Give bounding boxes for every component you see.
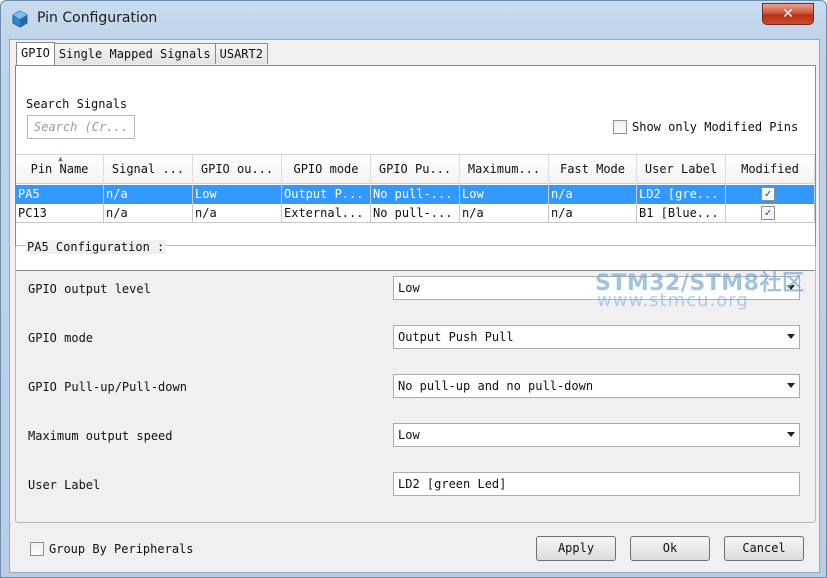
cell-signal: n/a — [104, 185, 193, 204]
cell-gpio-mode: External... — [282, 204, 371, 223]
gpio-pull-select[interactable]: No pull-up and no pull-down — [393, 374, 800, 398]
gpio-mode-label: GPIO mode — [28, 331, 94, 345]
cell-fast-mode: n/a — [549, 204, 637, 223]
maximum-output-speed-value: Low — [398, 428, 420, 442]
cell-modified: ✓ — [726, 204, 815, 223]
group-by-peripherals-checkbox[interactable] — [30, 542, 44, 556]
apply-button[interactable]: Apply — [536, 536, 616, 561]
tab-usart2[interactable]: USART2 — [214, 43, 268, 64]
chevron-down-icon — [787, 334, 795, 339]
cell-user-label: B1 [Blue... — [637, 204, 726, 223]
gpio-output-level-value: Low — [398, 281, 420, 295]
chevron-down-icon — [787, 432, 795, 437]
close-icon: ✕ — [782, 6, 794, 22]
table-header: ▲ Pin Name Signal ... GPIO ou... GPIO mo… — [16, 154, 815, 184]
close-button[interactable]: ✕ — [762, 3, 814, 25]
tab-bar: GPIO Single Mapped Signals USART2 — [16, 42, 268, 65]
cell-pin-name: PC13 — [16, 204, 104, 223]
window-title: Pin Configuration — [37, 10, 158, 26]
tab-gpio[interactable]: GPIO — [16, 42, 55, 65]
cell-user-label: LD2 [gre... — [637, 185, 726, 204]
cancel-button[interactable]: Cancel — [724, 536, 804, 561]
app-cube-icon — [12, 10, 28, 28]
tab-single-mapped-signals[interactable]: Single Mapped Signals — [53, 43, 216, 64]
modified-checkbox[interactable]: ✓ — [761, 187, 775, 201]
column-header-gpio-pull[interactable]: GPIO Pu... — [371, 155, 460, 184]
user-label-label: User Label — [28, 478, 101, 492]
search-signals-label: Search Signals — [26, 97, 128, 111]
column-header-gpio-output[interactable]: GPIO ou... — [193, 155, 282, 184]
pin-configuration-window: Pin Configuration ✕ GPIO Single Mapped S… — [0, 0, 827, 578]
table-row[interactable]: PC13 n/a n/a External... No pull-... n/a… — [16, 204, 815, 223]
modified-checkbox[interactable]: ✓ — [761, 206, 775, 220]
cell-gpio-pull: No pull-... — [371, 204, 460, 223]
watermark-url: www.stmcu.org — [597, 290, 749, 311]
table-row[interactable]: PA5 n/a Low Output P... No pull-... Low … — [16, 185, 815, 204]
column-header-user-label[interactable]: User Label — [637, 155, 726, 184]
gpio-pull-label: GPIO Pull-up/Pull-down — [28, 380, 187, 394]
gpio-mode-select[interactable]: Output Push Pull — [393, 325, 800, 349]
cell-modified: ✓ — [726, 185, 815, 204]
column-header-signal[interactable]: Signal ... — [104, 155, 193, 184]
cell-gpio-mode: Output P... — [282, 185, 371, 204]
column-header-pin-name[interactable]: Pin Name — [16, 155, 104, 184]
maximum-output-speed-select[interactable]: Low — [393, 423, 800, 447]
search-input[interactable]: Search (Cr... — [27, 115, 135, 139]
column-header-fast-mode[interactable]: Fast Mode — [549, 155, 637, 184]
cell-maximum: n/a — [460, 204, 549, 223]
gpio-pull-value: No pull-up and no pull-down — [398, 379, 594, 393]
title-bar[interactable]: Pin Configuration ✕ — [1, 1, 826, 37]
cell-maximum: Low — [460, 185, 549, 204]
column-header-maximum[interactable]: Maximum... — [460, 155, 549, 184]
gpio-output-level-label: GPIO output level — [28, 282, 151, 296]
show-only-modified-checkbox[interactable] — [613, 120, 627, 134]
cell-gpio-output: Low — [193, 185, 282, 204]
gpio-mode-value: Output Push Pull — [398, 330, 514, 344]
ok-button[interactable]: Ok — [630, 536, 710, 561]
group-by-peripherals-label: Group By Peripherals — [49, 542, 194, 556]
maximum-output-speed-label: Maximum output speed — [28, 429, 173, 443]
cell-gpio-pull: No pull-... — [371, 185, 460, 204]
cell-gpio-output: n/a — [193, 204, 282, 223]
chevron-down-icon — [787, 383, 795, 388]
column-header-modified[interactable]: Modified — [726, 155, 815, 184]
show-only-modified-label: Show only Modified Pins — [632, 120, 799, 134]
cell-signal: n/a — [104, 204, 193, 223]
user-label-input[interactable]: LD2 [green Led] — [393, 472, 800, 496]
cell-pin-name: PA5 — [16, 185, 104, 204]
column-header-gpio-mode[interactable]: GPIO mode — [282, 155, 371, 184]
config-group-title: PA5 Configuration : — [25, 240, 167, 254]
cell-fast-mode: n/a — [549, 185, 637, 204]
